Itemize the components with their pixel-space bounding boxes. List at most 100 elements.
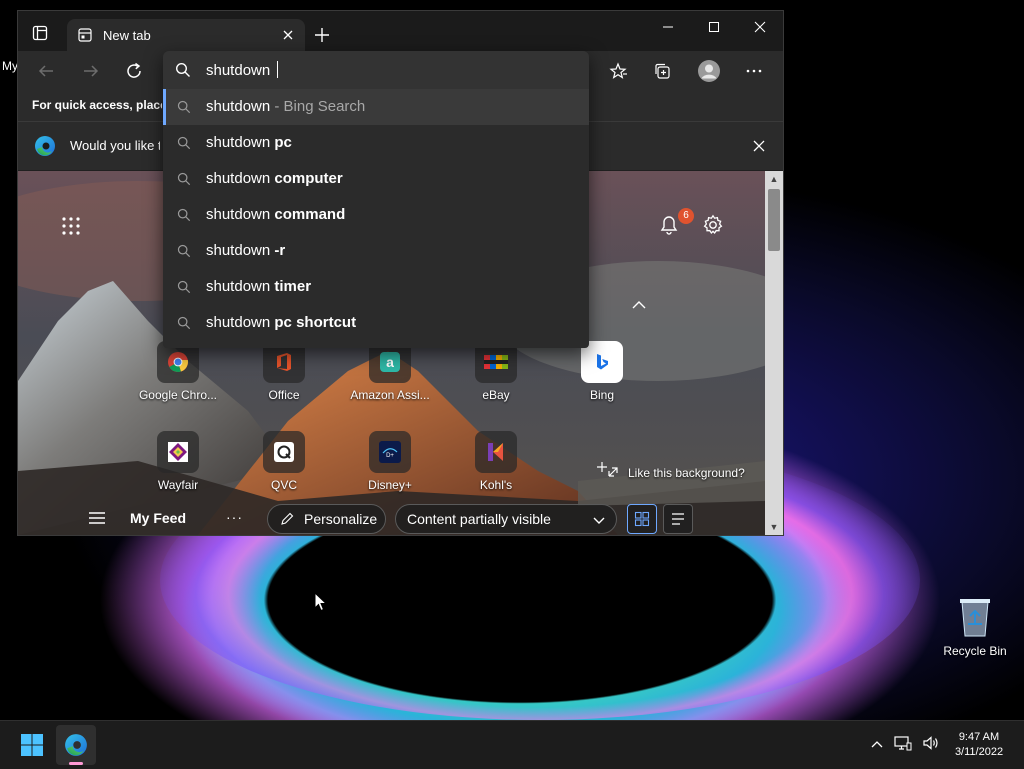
close-infobar-icon[interactable] [751,138,767,154]
search-icon [177,208,191,222]
address-input[interactable]: shutdown [206,61,279,79]
close-tab-icon[interactable] [280,27,296,43]
quick-link-label: Amazon Assi... [350,388,430,402]
quick-link-label: Bing [589,388,615,402]
address-bar-dropdown: shutdown shutdown - Bing Search shutdown … [163,51,589,348]
grid-view-toggle[interactable] [627,504,657,534]
windows-start-icon[interactable] [20,733,44,757]
clock-date: 3/11/2022 [954,746,1004,758]
favorites-star-icon[interactable] [607,60,629,82]
tab-actions-icon[interactable] [28,23,52,43]
maximize-icon[interactable] [691,11,737,43]
edge-logo-icon [64,733,88,757]
notifications-bell-icon[interactable] [658,214,680,236]
show-hidden-icons-chevron-icon[interactable] [870,736,884,754]
list-view-toggle[interactable] [663,504,693,534]
suggestion-text: shutdown - Bing Search [206,98,365,115]
quick-link-label: Wayfair [157,478,199,492]
address-bar[interactable]: shutdown [163,51,589,89]
suggestion-prefix: shutdown [206,206,275,223]
search-icon [177,244,191,258]
quick-link-bing[interactable]: Bing [557,341,647,402]
quick-link-label: QVC [270,478,297,492]
search-suggestion-item[interactable]: shutdown pc shortcut [163,305,589,341]
my-feed-title[interactable]: My Feed [130,510,186,526]
forward-arrow-icon[interactable] [80,60,102,82]
page-settings-gear-icon[interactable] [702,214,724,236]
quick-link-office[interactable]: Office [239,341,329,402]
suggestion-text: shutdown pc [206,134,292,151]
address-input-text: shutdown [206,62,275,79]
desktop-icon-label-partial[interactable]: My [2,59,18,73]
refresh-icon[interactable] [123,60,145,82]
quick-link-wayfair[interactable]: Wayfair [133,431,223,492]
suggestion-text: shutdown -r [206,242,285,259]
close-window-icon[interactable] [737,11,783,43]
search-suggestion-item[interactable]: shutdown timer [163,269,589,305]
quick-link-label: Office [268,388,300,402]
scroll-down-arrow-icon[interactable]: ▼ [769,522,779,532]
text-caret [277,61,279,78]
network-icon[interactable] [894,735,912,756]
suggestion-prefix: shutdown [206,98,271,115]
quick-link-ebay[interactable]: eBay [451,341,541,402]
quick-link-label: Google Chro... [138,388,218,402]
suggestion-completion: command [274,206,346,223]
quick-link-google-chrome[interactable]: Google Chro... [133,341,223,402]
suggestion-completion: pc shortcut [274,314,357,331]
suggestion-source: - Bing Search [270,98,366,115]
search-suggestion-item[interactable]: shutdown computer [163,161,589,197]
collections-icon[interactable] [651,60,673,82]
scrollbar-thumb[interactable] [768,189,780,251]
new-tab-plus-icon[interactable] [312,25,332,45]
back-arrow-icon[interactable] [35,60,57,82]
minimize-icon[interactable] [645,11,691,43]
suggestion-prefix: shutdown [206,170,275,187]
tab-strip: New tab [18,11,783,52]
volume-speaker-icon[interactable] [922,735,940,756]
suggestion-text: shutdown command [206,206,345,223]
search-icon [177,316,191,330]
quick-link-disney-plus[interactable]: D+ Disney+ [345,431,435,492]
feed-menu-hamburger-icon[interactable] [88,511,106,525]
profile-avatar-icon[interactable] [697,59,721,83]
selection-accent-bar [163,89,166,125]
search-suggestion-item[interactable]: shutdown pc [163,125,589,161]
new-tab-page-icon [78,28,92,42]
quick-link-label: eBay [482,388,510,402]
tab-title: New tab [103,28,151,43]
quick-link-label: Kohl's [479,478,513,492]
personalize-button[interactable]: Personalize [267,504,386,534]
settings-more-icon[interactable] [743,60,765,82]
suggestion-prefix: shutdown [206,314,275,331]
suggestion-completion: -r [274,242,286,259]
search-icon [177,100,191,114]
tab-new-tab[interactable]: New tab [67,19,305,52]
suggestion-completion: computer [274,170,343,187]
quick-link-amazon-assistant[interactable]: a Amazon Assi... [345,341,435,402]
search-suggestion-item[interactable]: shutdown - Bing Search [163,89,589,125]
taskbar-clock[interactable]: 9:47 AM 3/11/2022 [944,730,1014,760]
favorites-bar-hint: For quick access, place y [32,98,162,112]
clock-time: 9:47 AM [958,731,1000,743]
svg-text:D+: D+ [386,453,394,459]
collapse-chevron-up-icon[interactable] [629,298,649,312]
personalize-label: Personalize [304,511,378,527]
page-scrollbar[interactable]: ▲ ▼ [765,171,783,535]
chevron-down-icon [592,513,606,531]
apps-launcher-grid-icon[interactable] [60,215,82,237]
search-suggestion-item[interactable]: shutdown -r [163,233,589,269]
content-visibility-dropdown[interactable]: Content partially visible [395,504,617,534]
recycle-bin-desktop-icon[interactable]: Recycle Bin [940,596,1010,658]
kohls-logo-icon [475,431,517,473]
pencil-icon [280,512,294,526]
feed-more-options[interactable]: ··· [226,509,243,525]
like-background-button[interactable]: Like this background? [596,461,745,483]
quick-link-kohls[interactable]: Kohl's [451,431,541,492]
search-icon [177,136,191,150]
quick-link-qvc[interactable]: QVC [239,431,329,492]
taskbar-edge-button[interactable] [56,725,96,765]
search-suggestion-item[interactable]: shutdown command [163,197,589,233]
scroll-up-arrow-icon[interactable]: ▲ [769,174,779,184]
suggestion-text: shutdown pc shortcut [206,314,356,331]
